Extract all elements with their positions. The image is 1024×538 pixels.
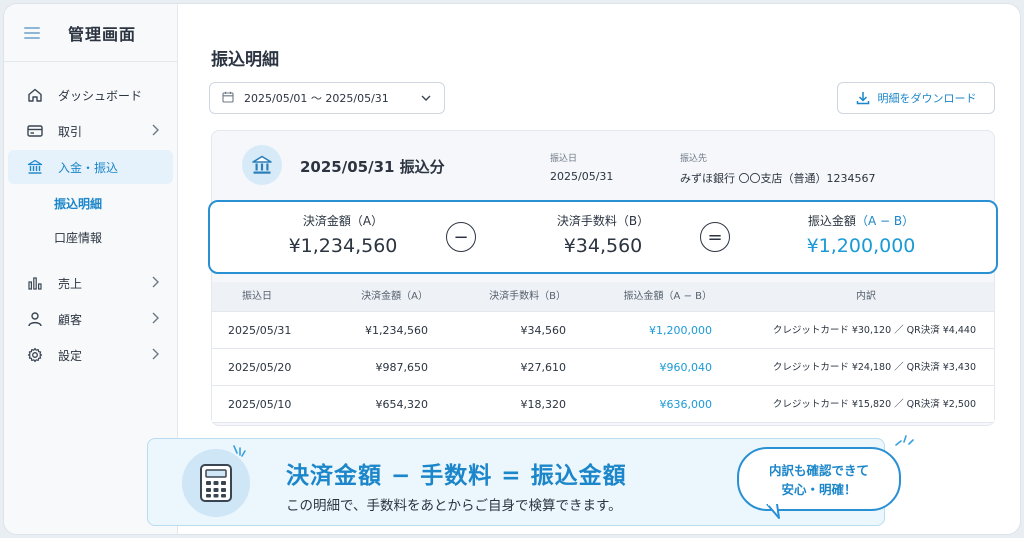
- transfer-date-value: 2025/05/31: [550, 170, 614, 183]
- banner-formula: 決済金額 − 手数料 = 振込金額: [286, 463, 627, 489]
- chevron-right-icon: [151, 312, 159, 327]
- sidebar-item-settings[interactable]: 設定: [8, 338, 173, 372]
- gear-icon: [26, 346, 44, 364]
- chevron-down-icon: [420, 92, 432, 107]
- settlement-value: ¥1,234,560: [288, 235, 398, 257]
- bank-icon: [242, 145, 282, 185]
- settlement-label: 決済金額（A）: [302, 214, 384, 228]
- transfer-heading: 2025/05/31 振込分: [300, 158, 445, 176]
- date-range-value: 2025/05/01 〜 2025/05/31: [244, 92, 389, 105]
- sidebar-subitem-transfer-details[interactable]: 振込明細: [4, 186, 177, 220]
- bubble-tail: [766, 504, 780, 519]
- bubble-line-1: 内訳も確認できて: [768, 463, 869, 478]
- transfer-date-label: 振込日: [550, 154, 578, 164]
- table-cell: ¥34,560: [520, 324, 567, 337]
- speech-bubble: 内訳も確認できて 安心・明確！: [737, 447, 901, 511]
- table-row[interactable]: 2025/05/31 ¥1,234,560 ¥34,560 ¥1,200,000…: [212, 312, 994, 349]
- table-cell: 2025/05/20: [228, 361, 292, 374]
- table-cell: 2025/05/10: [228, 398, 292, 411]
- user-icon: [26, 310, 44, 328]
- sidebar-item-transactions[interactable]: 取引: [8, 114, 173, 148]
- destination-value: みずほ銀行 〇〇支店（普通）1234567: [680, 172, 876, 185]
- table-row[interactable]: 2025/05/20 ¥987,650 ¥27,610 ¥960,040 クレジ…: [212, 349, 994, 386]
- date-range-select[interactable]: 2025/05/01 〜 2025/05/31: [209, 82, 445, 114]
- transfer-summary-header: 2025/05/31 振込分 振込日 2025/05/31 振込先 みずほ銀行 …: [212, 131, 994, 203]
- table-header-cell: 内訳: [856, 291, 876, 302]
- sidebar-header: 管理画面: [4, 4, 177, 62]
- chevron-right-icon: [151, 276, 159, 291]
- bar-chart-icon: [26, 274, 44, 292]
- table-header-cell: 決済手数料（B）: [489, 291, 566, 302]
- bubble-line-2: 安心・明確！: [781, 482, 857, 497]
- download-statement-button[interactable]: 明細をダウンロード: [837, 82, 995, 114]
- sidebar-item-label: 売上: [58, 276, 83, 291]
- sparkle-icon: [895, 435, 914, 446]
- download-label: 明細をダウンロード: [877, 92, 977, 105]
- banner-subtext: この明細で、手数料をあとからご自身で検算できます。: [286, 498, 622, 514]
- amount-formula: 決済金額（A） ¥1,234,560 − 決済手数料（B） ¥34,560 = …: [208, 200, 998, 274]
- table-cell: 2025/05/31: [228, 324, 292, 337]
- settlement-amount: 決済金額（A） ¥1,234,560: [258, 212, 428, 257]
- table-header-cell: 振込金額（A − B）: [623, 291, 712, 302]
- transfer-label: 振込金額（A − B）: [807, 214, 915, 228]
- table-cell: クレジットカード ¥30,120 ／ QR決済 ¥4,440: [772, 325, 976, 336]
- sidebar-item-label: 設定: [58, 348, 83, 363]
- table-cell: クレジットカード ¥24,180 ／ QR決済 ¥3,430: [772, 362, 976, 373]
- page-title: 振込明細: [211, 50, 279, 70]
- bank-icon: [26, 158, 44, 176]
- table-header-cell: 決済金額（A）: [361, 291, 428, 302]
- sidebar-item-label: 取引: [58, 124, 83, 139]
- sidebar-item-sales[interactable]: 売上: [8, 266, 173, 300]
- app-title: 管理画面: [68, 24, 137, 44]
- calendar-icon: [222, 91, 234, 106]
- destination-meta: 振込先 みずほ銀行 〇〇支店（普通）1234567: [680, 151, 876, 186]
- home-icon: [26, 86, 44, 104]
- table-cell: ¥1,234,560: [365, 324, 428, 337]
- chevron-right-icon: [151, 124, 159, 139]
- app-window: 管理画面 ダッシュボード 取引 入金・振込 振込明細 口座情報 売上 顧客 設定…: [3, 3, 1021, 535]
- transfer-value: ¥1,200,000: [806, 235, 916, 257]
- transfer-amount: 振込金額（A − B） ¥1,200,000: [776, 212, 946, 257]
- sparkle-icon: [233, 445, 246, 457]
- table-cell: ¥654,320: [375, 398, 429, 411]
- sidebar-item-label: 入金・振込: [58, 160, 119, 175]
- equals-icon: =: [700, 222, 730, 252]
- hamburger-menu-icon[interactable]: [24, 26, 40, 39]
- transfer-date-meta: 振込日 2025/05/31: [550, 151, 613, 183]
- sidebar-nav: ダッシュボード 取引 入金・振込 振込明細 口座情報 売上 顧客 設定: [4, 62, 177, 372]
- transfer-table: 振込日 決済金額（A） 決済手数料（B） 振込金額（A − B） 内訳 2025…: [212, 282, 994, 423]
- fee-value: ¥34,560: [563, 235, 643, 257]
- sidebar-item-label: ダッシュボード: [58, 88, 143, 103]
- sidebar-item-deposits[interactable]: 入金・振込: [8, 150, 173, 184]
- table-cell: ¥1,200,000: [649, 324, 712, 337]
- sidebar-item-dashboard[interactable]: ダッシュボード: [8, 78, 173, 112]
- fee-amount: 決済手数料（B） ¥34,560: [518, 212, 688, 257]
- destination-label: 振込先: [680, 154, 708, 164]
- minus-icon: −: [446, 222, 476, 252]
- fee-label: 決済手数料（B）: [556, 214, 650, 228]
- table-cell: ¥987,650: [375, 361, 429, 374]
- sidebar-item-label: 顧客: [58, 312, 83, 327]
- chevron-right-icon: [151, 348, 159, 363]
- table-header-cell: 振込日: [242, 291, 272, 302]
- sidebar-item-customers[interactable]: 顧客: [8, 302, 173, 336]
- table-cell: クレジットカード ¥15,820 ／ QR決済 ¥2,500: [772, 399, 976, 410]
- table-header: 振込日 決済金額（A） 決済手数料（B） 振込金額（A − B） 内訳: [212, 282, 994, 312]
- sidebar-subitem-account-info[interactable]: 口座情報: [4, 220, 177, 254]
- table-cell: ¥18,320: [520, 398, 567, 411]
- download-icon: [856, 92, 869, 105]
- table-cell: ¥27,610: [520, 361, 567, 374]
- table-cell: ¥960,040: [659, 361, 713, 374]
- card-icon: [26, 122, 44, 140]
- table-cell: ¥636,000: [659, 398, 713, 411]
- table-row[interactable]: 2025/05/10 ¥654,320 ¥18,320 ¥636,000 クレジ…: [212, 386, 994, 423]
